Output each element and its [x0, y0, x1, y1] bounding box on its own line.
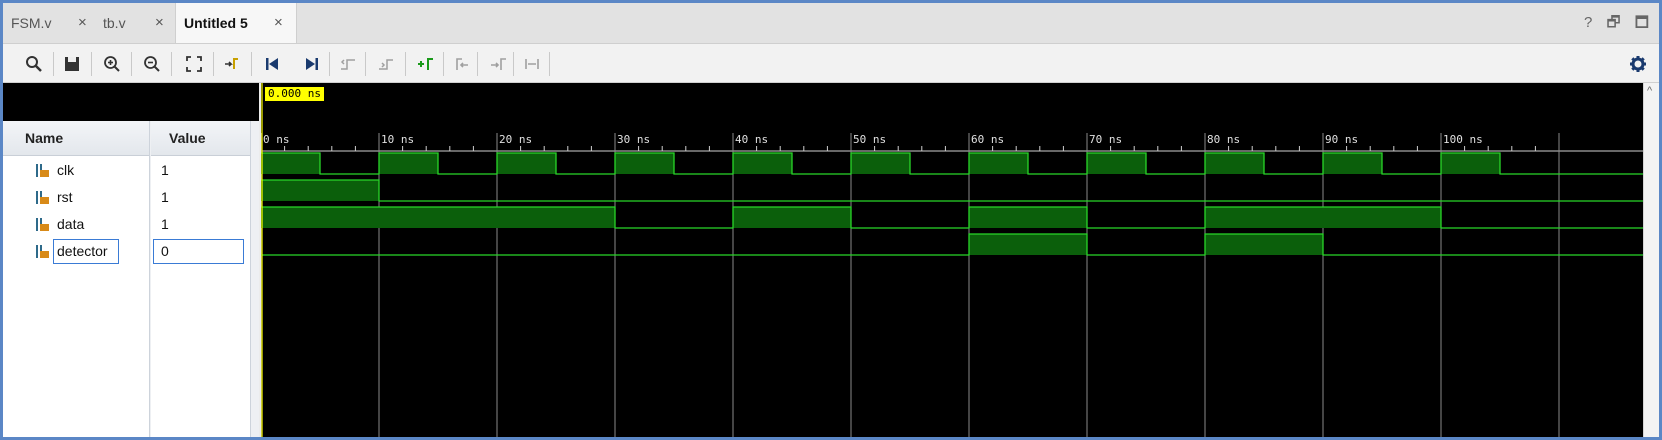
ruler-label: 10 ns: [381, 133, 414, 146]
value-column-header[interactable]: Value: [151, 121, 250, 156]
value-row-clk[interactable]: 1: [151, 157, 250, 183]
tab-label: tb.v: [103, 15, 126, 31]
high-level-fill: [261, 180, 379, 201]
high-level-fill: [379, 153, 438, 174]
signal-panel: Name clk rst data detector Value 1 1 1 0: [3, 83, 259, 437]
previous-marker-icon[interactable]: [451, 53, 473, 75]
signal-trace: [261, 179, 1643, 202]
save-icon[interactable]: [61, 53, 83, 75]
close-icon[interactable]: ×: [155, 3, 164, 43]
high-level-fill: [1323, 153, 1382, 174]
cursor-time-label[interactable]: 0.000 ns: [265, 87, 324, 101]
zoom-fit-icon[interactable]: [183, 53, 205, 75]
value-row-data[interactable]: 1: [151, 211, 250, 237]
signal-value: 1: [161, 162, 169, 178]
signal-row-clk[interactable]: clk: [3, 157, 149, 183]
signal-icon: [36, 218, 49, 231]
maximize-icon[interactable]: 🗖: [1635, 14, 1649, 31]
ruler-label: 70 ns: [1089, 133, 1122, 146]
swap-cursors-icon[interactable]: [521, 53, 543, 75]
selection-outline: [153, 239, 244, 264]
close-icon[interactable]: ×: [78, 3, 87, 43]
signal-name: clk: [57, 162, 75, 178]
toolbar: [3, 44, 1659, 83]
panel-header-spacer: [3, 83, 259, 121]
high-level-fill: [1205, 234, 1323, 255]
high-level-fill: [1087, 153, 1146, 174]
signal-row-data[interactable]: data: [3, 211, 149, 237]
high-level-fill: [969, 207, 1087, 228]
high-level-fill: [1441, 153, 1500, 174]
tab-label: Untitled 5: [184, 15, 248, 31]
window-controls: ? 🗗 🗖: [1574, 3, 1649, 43]
close-icon[interactable]: ×: [274, 3, 283, 43]
signal-name: rst: [57, 189, 73, 205]
signal-row-rst[interactable]: rst: [3, 184, 149, 210]
tab-untitled-5[interactable]: Untitled 5 ×: [175, 3, 297, 43]
signal-value: 1: [161, 216, 169, 232]
zoom-out-icon[interactable]: [141, 53, 163, 75]
waveform-data: [261, 206, 1643, 229]
high-level-fill: [1205, 207, 1441, 228]
restore-icon[interactable]: 🗗: [1606, 14, 1620, 31]
waveform-window: FSM.v × tb.v × Untitled 5 × ? 🗗 🗖 Name c…: [3, 3, 1659, 437]
go-to-end-icon[interactable]: [301, 53, 323, 75]
signal-icon: [36, 245, 49, 258]
ruler-label: 90 ns: [1325, 133, 1358, 146]
add-marker-icon[interactable]: [415, 53, 437, 75]
go-to-start-icon[interactable]: [261, 53, 283, 75]
name-column-header[interactable]: Name: [3, 121, 149, 156]
ruler-label: 0 ns: [263, 133, 290, 146]
next-marker-icon[interactable]: [487, 53, 509, 75]
tab-fsm-v[interactable]: FSM.v ×: [3, 3, 93, 43]
high-level-fill: [733, 207, 851, 228]
help-icon[interactable]: ?: [1584, 14, 1592, 31]
signal-trace: [261, 152, 1643, 175]
value-column: Value 1 1 1 0: [151, 121, 251, 437]
vertical-scrollbar[interactable]: ^: [1643, 83, 1659, 437]
high-level-fill: [851, 153, 910, 174]
signal-name: data: [57, 216, 85, 232]
signal-icon: [36, 191, 49, 204]
ruler-label: 60 ns: [971, 133, 1004, 146]
signal-trace: [261, 233, 1643, 256]
waveform-svg: 0 ns 10 ns 20 ns 30 ns 40 ns 50 ns 60 ns 70 ns 8…: [261, 83, 1643, 437]
selection-outline: [53, 239, 119, 264]
search-icon[interactable]: [23, 53, 45, 75]
waveform-rst: [261, 179, 1643, 202]
settings-gear-icon[interactable]: [1627, 53, 1649, 75]
signal-row-detector[interactable]: detector: [3, 238, 149, 264]
ruler-label: 100 ns: [1443, 133, 1483, 146]
scroll-up-icon[interactable]: ^: [1647, 85, 1652, 97]
waveform-detector: [261, 233, 1643, 256]
high-level-fill: [261, 207, 615, 228]
value-row-detector[interactable]: 0: [151, 238, 250, 264]
value-row-rst[interactable]: 1: [151, 184, 250, 210]
signal-value: 1: [161, 189, 169, 205]
high-level-fill: [1205, 153, 1264, 174]
high-level-fill: [969, 234, 1087, 255]
high-level-fill: [615, 153, 674, 174]
ruler-label: 20 ns: [499, 133, 532, 146]
tab-tb-v[interactable]: tb.v ×: [95, 3, 173, 43]
tab-bar: FSM.v × tb.v × Untitled 5 × ? 🗗 🗖: [3, 3, 1659, 44]
high-level-fill: [497, 153, 556, 174]
signal-icon: [36, 164, 49, 177]
zoom-in-icon[interactable]: [101, 53, 123, 75]
ruler-label: 30 ns: [617, 133, 650, 146]
high-level-fill: [261, 153, 320, 174]
go-to-cursor-icon[interactable]: [221, 53, 243, 75]
high-level-fill: [969, 153, 1028, 174]
ruler-label: 40 ns: [735, 133, 768, 146]
waveform-canvas[interactable]: 0 ns 10 ns 20 ns 30 ns 40 ns 50 ns 60 ns 70 ns 8…: [261, 83, 1643, 437]
next-transition-icon[interactable]: [375, 53, 397, 75]
tab-label: FSM.v: [11, 15, 52, 31]
previous-transition-icon[interactable]: [337, 53, 359, 75]
ruler-label: 50 ns: [853, 133, 886, 146]
ruler-label: 80 ns: [1207, 133, 1240, 146]
name-column: Name clk rst data detector: [3, 121, 150, 437]
waveform-clk: [261, 152, 1643, 175]
high-level-fill: [733, 153, 792, 174]
